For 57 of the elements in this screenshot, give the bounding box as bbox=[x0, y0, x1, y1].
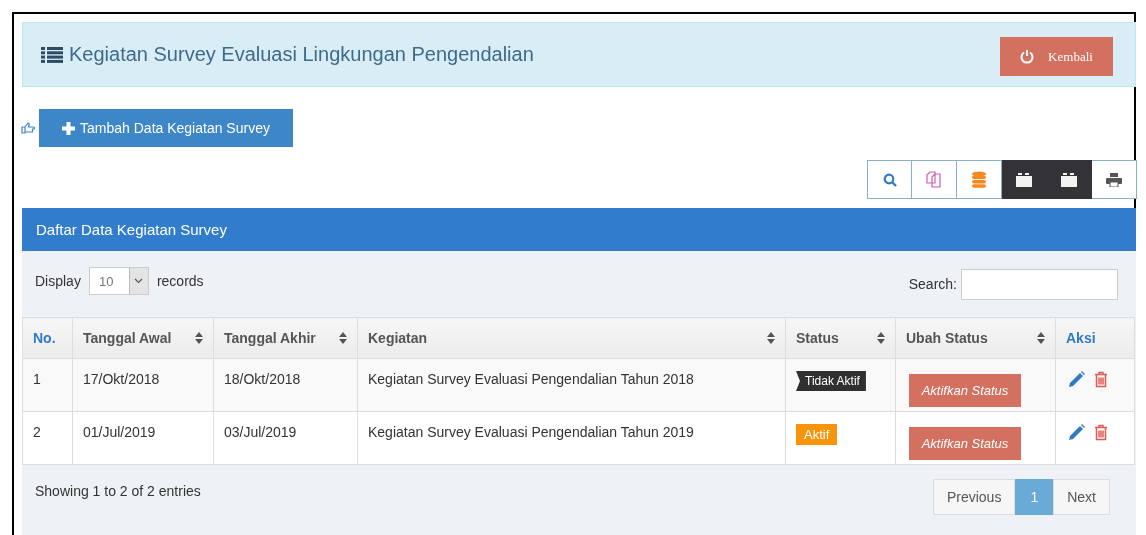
display-label: Display bbox=[35, 273, 81, 289]
print-icon bbox=[1106, 172, 1122, 187]
table-info: Showing 1 to 2 of 2 entries bbox=[35, 483, 201, 501]
previous-button[interactable]: Previous bbox=[932, 479, 1016, 515]
records-dropdown[interactable]: 10 bbox=[88, 267, 149, 295]
plus-icon bbox=[62, 121, 76, 135]
folder-button[interactable] bbox=[1002, 160, 1047, 199]
pencil-icon[interactable] bbox=[1068, 371, 1085, 388]
copy-button[interactable] bbox=[912, 160, 957, 199]
pointing-hand-icon bbox=[21, 122, 35, 134]
status-badge: Tidak Aktif bbox=[796, 371, 866, 391]
trash-icon[interactable] bbox=[1094, 371, 1108, 388]
next-button[interactable]: Next bbox=[1053, 479, 1110, 515]
search-label: Search: bbox=[908, 276, 957, 292]
add-button[interactable]: Tambah Data Kegiatan Survey bbox=[39, 109, 293, 147]
column-header[interactable]: No. bbox=[22, 317, 73, 359]
search-field[interactable] bbox=[961, 268, 1118, 300]
print-button[interactable] bbox=[1092, 160, 1137, 199]
sort-icon bbox=[339, 332, 347, 344]
power-icon bbox=[1020, 49, 1035, 64]
sort-icon bbox=[1037, 332, 1045, 344]
column-header[interactable]: Status bbox=[785, 317, 896, 359]
column-header[interactable]: Kegiatan bbox=[357, 317, 786, 359]
table-cell: 17/Okt/2018 bbox=[72, 358, 214, 412]
back-button[interactable]: Kembali bbox=[1000, 37, 1113, 76]
activate-button[interactable]: Aktifkan Status bbox=[909, 427, 1021, 460]
table-cell: 18/Okt/2018 bbox=[213, 358, 358, 412]
sort-icon bbox=[195, 332, 203, 344]
column-header[interactable]: Ubah Status bbox=[895, 317, 1056, 359]
pencil-icon[interactable] bbox=[1068, 424, 1085, 441]
search-button[interactable] bbox=[867, 160, 912, 199]
column-header[interactable]: Aksi bbox=[1055, 317, 1135, 359]
page-title: Kegiatan Survey Evaluasi Lingkungan Pengendalian bbox=[69, 43, 534, 66]
column-header[interactable]: Tanggal Akhir bbox=[213, 317, 358, 359]
table-cell: 01/Jul/2019 bbox=[72, 411, 214, 465]
column-header[interactable]: Tanggal Awal bbox=[72, 317, 214, 359]
sort-icon bbox=[877, 332, 885, 344]
sort-icon bbox=[767, 332, 775, 344]
trash-icon[interactable] bbox=[1094, 424, 1108, 441]
table-cell: 1 bbox=[22, 358, 73, 412]
records-label: records bbox=[156, 273, 204, 289]
panel-title: Daftar Data Kegiatan Survey bbox=[36, 221, 227, 238]
table-cell: Kegiatan Survey Evaluasi Pengendalian Tahun 2018 bbox=[357, 358, 786, 412]
table-cell: 03/Jul/2019 bbox=[213, 411, 358, 465]
activate-button[interactable]: Aktifkan Status bbox=[909, 374, 1021, 407]
chevron-down-icon bbox=[134, 278, 144, 284]
page-button[interactable]: 1 bbox=[1015, 479, 1054, 515]
list-icon bbox=[41, 46, 63, 63]
table-cell: 2 bbox=[22, 411, 73, 465]
status-badge: Aktif bbox=[796, 424, 838, 445]
copy-icon bbox=[926, 171, 942, 188]
folder-icon bbox=[1016, 172, 1032, 187]
folder-icon bbox=[1061, 172, 1077, 187]
folder-button[interactable] bbox=[1047, 160, 1092, 199]
table-cell: Kegiatan Survey Evaluasi Pengendalian Tahun 2019 bbox=[357, 411, 786, 465]
database-icon bbox=[972, 171, 986, 188]
search-icon bbox=[882, 172, 897, 187]
